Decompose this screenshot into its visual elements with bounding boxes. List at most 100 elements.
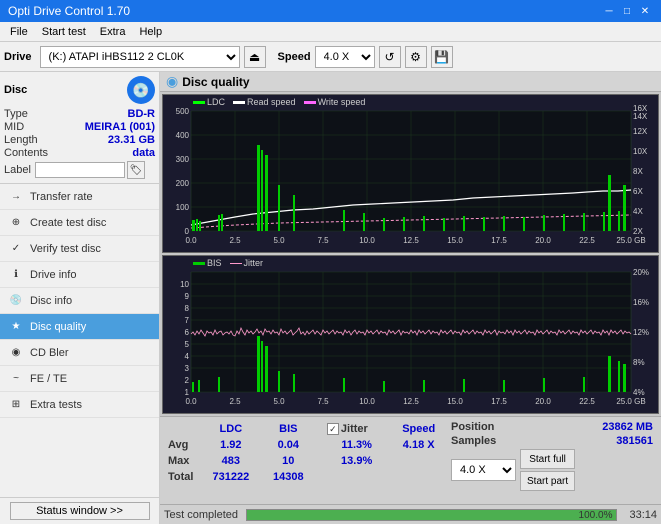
disc-quality-icon: ★ xyxy=(8,319,24,335)
disc-label-row: Label 🏷 xyxy=(4,161,155,179)
speed-select[interactable]: 4.0 X xyxy=(315,46,375,68)
svg-text:15.0: 15.0 xyxy=(447,236,463,245)
write-speed-legend: Write speed xyxy=(304,97,366,107)
bottom-bar: Test completed 100.0% 33:14 xyxy=(160,504,661,524)
disc-label-button[interactable]: 🏷 xyxy=(127,161,145,179)
avg-ldc: 1.92 xyxy=(200,437,262,453)
jitter-checkbox[interactable]: ✓ xyxy=(327,423,339,435)
svg-text:400: 400 xyxy=(176,131,190,140)
svg-text:14X: 14X xyxy=(633,112,648,121)
title-bar: Opti Drive Control 1.70 ─ □ ✕ xyxy=(0,0,661,22)
menu-extra[interactable]: Extra xyxy=(94,25,132,39)
create-test-disc-icon: ⊕ xyxy=(8,215,24,231)
charts-area: LDC Read speed Write speed xyxy=(160,92,661,416)
stats-left: LDC BIS ✓ Jitter Speed xyxy=(164,419,447,493)
ldc-legend-color xyxy=(193,101,205,104)
svg-text:7.5: 7.5 xyxy=(317,236,329,245)
total-ldc: 731222 xyxy=(200,469,262,485)
max-position xyxy=(390,453,447,469)
settings-button[interactable]: ⚙ xyxy=(405,46,427,68)
app-title: Opti Drive Control 1.70 xyxy=(8,4,130,18)
maximize-button[interactable]: □ xyxy=(619,3,635,19)
menu-file[interactable]: File xyxy=(4,25,34,39)
svg-text:300: 300 xyxy=(176,155,190,164)
position-value: 23862 MB xyxy=(602,421,653,433)
bis-col-header: BIS xyxy=(262,421,315,437)
chart2-legend: BIS Jitter xyxy=(193,258,263,268)
transfer-rate-icon: → xyxy=(8,189,24,205)
chart1-container: LDC Read speed Write speed xyxy=(162,94,659,253)
verify-test-disc-icon: ✓ xyxy=(8,241,24,257)
svg-text:2: 2 xyxy=(185,376,190,385)
svg-text:3: 3 xyxy=(185,364,190,373)
svg-text:20.0: 20.0 xyxy=(535,397,551,406)
jitter-col-header: ✓ Jitter xyxy=(323,421,390,437)
nav-fe-te[interactable]: ~ FE / TE xyxy=(0,366,159,392)
close-button[interactable]: ✕ xyxy=(637,3,653,19)
disc-label-input[interactable] xyxy=(35,162,125,178)
total-label: Total xyxy=(164,469,200,485)
bis-legend: BIS xyxy=(193,258,222,268)
samples-value: 381561 xyxy=(616,435,653,447)
avg-bis: 0.04 xyxy=(262,437,315,453)
svg-text:10.0: 10.0 xyxy=(359,397,375,406)
svg-text:8%: 8% xyxy=(633,358,645,367)
minimize-button[interactable]: ─ xyxy=(601,3,617,19)
max-jitter: 13.9% xyxy=(323,453,390,469)
eject-button[interactable]: ⏏ xyxy=(244,46,266,68)
refresh-button[interactable]: ↺ xyxy=(379,46,401,68)
svg-text:5: 5 xyxy=(185,340,190,349)
nav-section: → Transfer rate ⊕ Create test disc ✓ Ver… xyxy=(0,184,159,497)
menu-start-test[interactable]: Start test xyxy=(36,25,92,39)
disc-header: Disc 💿 xyxy=(4,76,155,104)
speed-label: Speed xyxy=(278,51,311,63)
svg-text:16%: 16% xyxy=(633,298,649,307)
ldc-legend-label: LDC xyxy=(207,97,225,107)
max-ldc: 483 xyxy=(200,453,262,469)
jitter-header-with-check: ✓ Jitter xyxy=(327,422,386,436)
disc-label-key: Label xyxy=(4,164,31,176)
svg-text:5.0: 5.0 xyxy=(273,397,285,406)
nav-cd-bler[interactable]: ◉ CD Bler xyxy=(0,340,159,366)
nav-create-test-disc[interactable]: ⊕ Create test disc xyxy=(0,210,159,236)
nav-transfer-rate[interactable]: → Transfer rate xyxy=(0,184,159,210)
nav-drive-info[interactable]: ℹ Drive info xyxy=(0,262,159,288)
svg-text:15.0: 15.0 xyxy=(447,397,463,406)
disc-length-label: Length xyxy=(4,134,38,146)
start-part-button[interactable]: Start part xyxy=(520,471,575,491)
total-samples xyxy=(390,469,447,485)
svg-text:25.0 GB: 25.0 GB xyxy=(616,397,645,406)
svg-text:2.5: 2.5 xyxy=(229,236,241,245)
drive-select[interactable]: (K:) ATAPI iHBS112 2 CL0K xyxy=(40,46,240,68)
avg-jitter: 11.3% xyxy=(323,437,390,453)
nav-disc-info[interactable]: 💿 Disc info xyxy=(0,288,159,314)
menu-bar: File Start test Extra Help xyxy=(0,22,661,42)
svg-text:7: 7 xyxy=(185,316,190,325)
status-window-button[interactable]: Status window >> xyxy=(10,502,150,520)
chart-header: ◉ Disc quality xyxy=(160,72,661,92)
disc-info-icon: 💿 xyxy=(8,293,24,309)
svg-text:17.5: 17.5 xyxy=(491,236,507,245)
svg-text:10: 10 xyxy=(180,280,189,289)
chart1-legend: LDC Read speed Write speed xyxy=(193,97,365,107)
nav-extra-tests[interactable]: ⊞ Extra tests xyxy=(0,392,159,418)
stats-avg-row: Avg 1.92 0.04 11.3% 4.18 X xyxy=(164,437,447,453)
disc-contents-row: Contents data xyxy=(4,147,155,159)
nav-disc-quality[interactable]: ★ Disc quality xyxy=(0,314,159,340)
total-bis: 14308 xyxy=(262,469,315,485)
disc-contents-label: Contents xyxy=(4,147,48,159)
svg-text:8: 8 xyxy=(185,304,190,313)
position-label: Position xyxy=(451,421,494,433)
nav-verify-test-disc[interactable]: ✓ Verify test disc xyxy=(0,236,159,262)
svg-text:8X: 8X xyxy=(633,167,643,176)
result-speed-select[interactable]: 4.0 X xyxy=(451,459,516,481)
write-speed-legend-label: Write speed xyxy=(318,97,366,107)
max-label: Max xyxy=(164,453,200,469)
disc-quality-header-icon: ◉ xyxy=(166,73,178,90)
nav-disc-info-label: Disc info xyxy=(30,295,72,307)
svg-text:20.0: 20.0 xyxy=(535,236,551,245)
start-full-button[interactable]: Start full xyxy=(520,449,575,469)
menu-help[interactable]: Help xyxy=(133,25,168,39)
svg-text:1: 1 xyxy=(185,388,190,397)
save-button[interactable]: 💾 xyxy=(431,46,453,68)
